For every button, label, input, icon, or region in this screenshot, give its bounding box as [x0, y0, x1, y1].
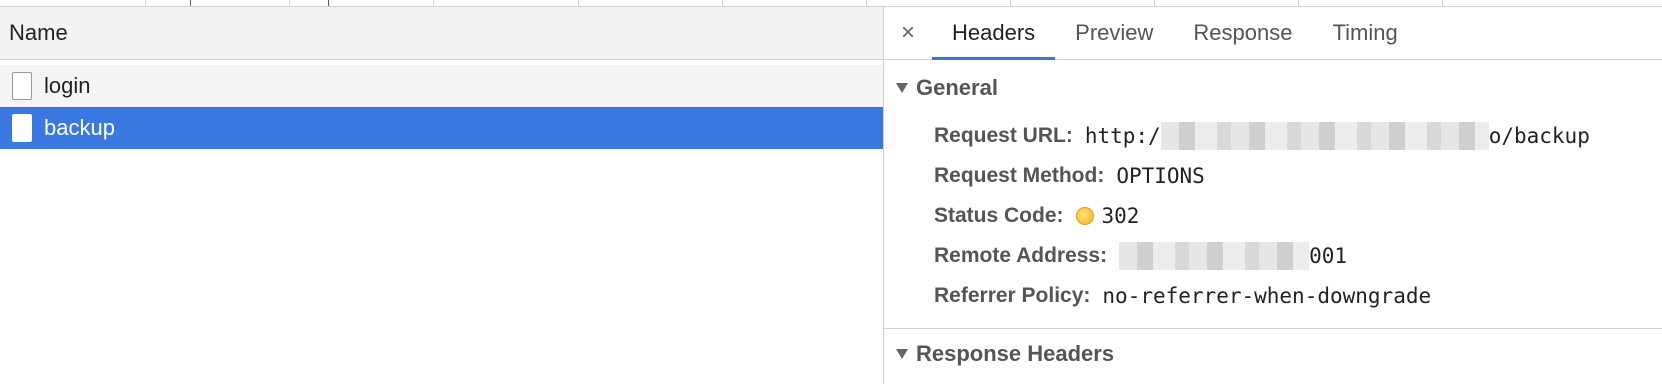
status-code-row: Status Code: 302: [884, 196, 1662, 236]
timeline-tick: [145, 0, 146, 6]
timeline-tick: [866, 0, 867, 6]
tab-preview[interactable]: Preview: [1055, 7, 1173, 59]
timeline-tick: [433, 0, 434, 6]
timeline-tick: [1154, 0, 1155, 6]
request-method-value: OPTIONS: [1116, 164, 1205, 188]
close-icon[interactable]: ×: [884, 7, 932, 59]
tab-response[interactable]: Response: [1173, 7, 1312, 59]
timeline-tick: [289, 0, 290, 6]
redacted-blur: [1119, 242, 1310, 270]
status-dot-icon: [1075, 207, 1094, 225]
section-title: Response Headers: [916, 341, 1115, 366]
request-name: backup: [44, 115, 115, 140]
request-method-label: Request Method:: [934, 164, 1105, 187]
document-icon: [12, 72, 32, 100]
section-title: General: [916, 75, 998, 100]
load-event-marker: [328, 0, 329, 6]
dom-content-loaded-marker: [190, 0, 191, 6]
document-icon: [12, 114, 32, 142]
request-name: login: [44, 73, 91, 98]
referrer-policy-label: Referrer Policy:: [934, 284, 1091, 307]
tab-headers[interactable]: Headers: [932, 7, 1056, 60]
request-url-suffix: o/backup: [1488, 124, 1590, 148]
request-row-backup[interactable]: backup: [0, 107, 883, 149]
tab-label: Response: [1193, 20, 1293, 45]
triangle-down-icon: [896, 83, 908, 93]
tab-label: Timing: [1332, 20, 1398, 45]
tab-label: Headers: [952, 20, 1036, 45]
tab-label: Preview: [1075, 20, 1154, 45]
general-section-toggle[interactable]: General: [884, 60, 1662, 116]
referrer-policy-value: no-referrer-when-downgrade: [1102, 284, 1432, 308]
request-url-prefix: http:/: [1084, 124, 1161, 148]
details-tab-bar: × Headers Preview Response Timing: [884, 7, 1662, 60]
request-url-label: Request URL:: [934, 124, 1073, 147]
network-timeline: [0, 0, 1662, 7]
timeline-tick: [578, 0, 579, 6]
tab-timing[interactable]: Timing: [1312, 7, 1417, 59]
timeline-tick: [1010, 0, 1011, 6]
request-method-row: Request Method: OPTIONS: [884, 156, 1662, 196]
status-code-value: 302: [1101, 204, 1140, 228]
timeline-tick: [1442, 0, 1443, 6]
name-column-label: Name: [9, 20, 68, 45]
timeline-tick: [722, 0, 723, 6]
remote-address-suffix: 001: [1309, 244, 1348, 268]
referrer-policy-row: Referrer Policy: no-referrer-when-downgr…: [884, 276, 1662, 316]
triangle-down-icon: [896, 349, 908, 359]
timeline-tick: [1298, 0, 1299, 6]
remote-address-label: Remote Address:: [934, 244, 1108, 267]
name-column-header[interactable]: Name: [0, 7, 883, 60]
request-url-row: Request URL: http:/ o/backup: [884, 116, 1662, 156]
remote-address-row: Remote Address: 001: [884, 236, 1662, 276]
request-list-panel: Name login backup: [0, 7, 884, 384]
request-row-login[interactable]: login: [0, 65, 883, 107]
status-code-label: Status Code:: [934, 204, 1064, 227]
redacted-blur: [1160, 122, 1489, 150]
response-headers-section-toggle[interactable]: Response Headers: [884, 329, 1662, 379]
request-details-panel: × Headers Preview Response Timing Genera…: [884, 7, 1662, 384]
